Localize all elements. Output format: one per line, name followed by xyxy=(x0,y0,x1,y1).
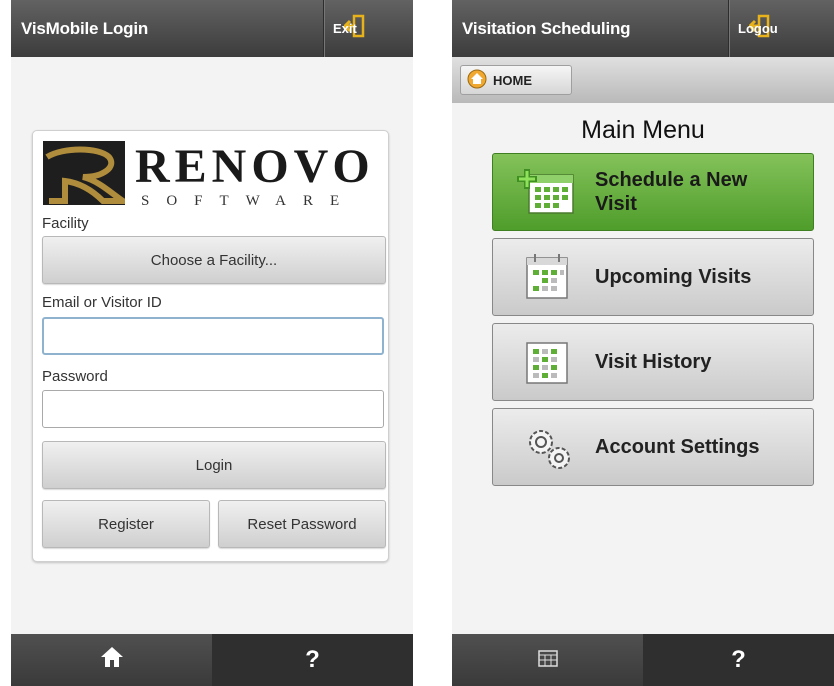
menu-item-account-settings[interactable]: Account Settings xyxy=(492,408,814,486)
menu-item-schedule-visit[interactable]: Schedule a New Visit xyxy=(492,153,814,231)
home-icon xyxy=(100,646,124,675)
sub-toolbar: HOME xyxy=(452,57,834,103)
bottom-nav: ? xyxy=(452,634,834,686)
title-bar: VisMobile Login Exit xyxy=(11,0,413,57)
menu-item-label: Visit History xyxy=(595,351,712,373)
choose-facility-button[interactable]: Choose a Facility... xyxy=(42,236,386,284)
logout-button[interactable]: Logou xyxy=(729,0,834,57)
home-tab[interactable] xyxy=(11,634,212,686)
calendar-history-icon xyxy=(515,337,581,387)
login-button[interactable]: Login xyxy=(42,441,386,489)
calendar-icon xyxy=(515,252,581,302)
logo-mark-icon xyxy=(43,141,133,205)
login-screen: VisMobile Login Exit RENOVO SOFTWARE Fac… xyxy=(11,0,413,686)
menu-item-label: Schedule a New Visit xyxy=(595,169,748,215)
home-label: HOME xyxy=(493,72,532,88)
calendar-tab[interactable] xyxy=(452,634,643,686)
register-button[interactable]: Register xyxy=(42,500,210,548)
menu-item-upcoming-visits[interactable]: Upcoming Visits xyxy=(492,238,814,316)
menu-item-label: Account Settings xyxy=(595,436,760,458)
gears-icon xyxy=(515,422,581,472)
email-field[interactable] xyxy=(42,317,384,355)
screen-title: Visitation Scheduling xyxy=(462,19,631,38)
help-tab[interactable]: ? xyxy=(212,634,413,686)
scheduling-screen: Visitation Scheduling Logou HOME Main Me… xyxy=(452,0,834,686)
renovo-logo: RENOVO SOFTWARE xyxy=(43,140,388,215)
help-tab[interactable]: ? xyxy=(643,634,834,686)
logo-subtitle: SOFTWARE xyxy=(141,193,357,209)
title-bar: Visitation Scheduling Logou xyxy=(452,0,834,57)
password-field[interactable] xyxy=(42,390,384,428)
logo-brand: RENOVO xyxy=(135,140,375,193)
login-card: RENOVO SOFTWARE Facility Choose a Facili… xyxy=(32,130,389,562)
exit-label: Exit xyxy=(333,21,357,36)
password-label: Password xyxy=(42,368,108,385)
email-label: Email or Visitor ID xyxy=(42,294,162,311)
menu-item-visit-history[interactable]: Visit History xyxy=(492,323,814,401)
menu-item-label: Upcoming Visits xyxy=(595,266,752,288)
calendar-tab-icon xyxy=(537,646,558,674)
home-button[interactable]: HOME xyxy=(460,65,572,95)
bottom-nav: ? xyxy=(11,634,413,686)
home-icon xyxy=(467,69,487,92)
page-title: Main Menu xyxy=(581,116,705,144)
calendar-add-icon xyxy=(515,167,581,217)
facility-label: Facility xyxy=(42,215,89,232)
screen-title: VisMobile Login xyxy=(21,19,149,38)
exit-button[interactable]: Exit xyxy=(324,0,413,57)
logout-label: Logou xyxy=(738,21,778,36)
reset-password-button[interactable]: Reset Password xyxy=(218,500,386,548)
